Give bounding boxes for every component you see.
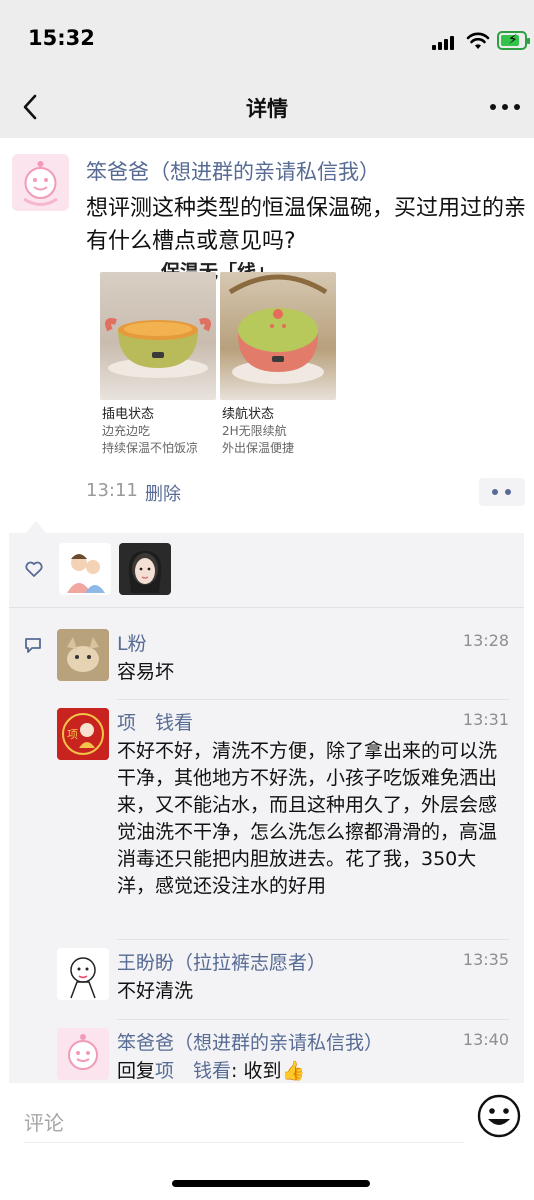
right-caption: 续航状态 2H无限续航 外出保温便捷 (222, 406, 294, 457)
likes-row (9, 533, 524, 606)
comments-panel: L粉 13:28 容易坏 项 项 钱看 13:31 不好不好，清洗不方便，除了拿… (9, 533, 524, 1083)
action-menu-button[interactable] (479, 478, 525, 506)
comment-item[interactable]: 笨爸爸（想进群的亲请私信我） 13:40 回复项 钱看: 收到👍 (57, 1028, 509, 1083)
comment-icon (25, 638, 41, 653)
signal-icon (432, 34, 458, 50)
comment-time: 13:40 (462, 1030, 509, 1049)
more-icon[interactable] (490, 104, 522, 112)
commenter-avatar[interactable] (57, 1028, 109, 1080)
comment-text: 不好不好，清洗不方便，除了拿出来的可以洗干净，其他地方不好洗，小孩子吃饭难免洒出… (117, 740, 498, 897)
comment-time: 13:35 (462, 950, 509, 969)
left-caption: 插电状态 边充边吃 持续保温不怕饭凉 (102, 406, 198, 457)
post-text: 想评测这种类型的恒温保温碗，买过用过的亲有什么槽点或意见吗? (86, 196, 527, 254)
comment-separator (117, 939, 509, 940)
comment-item[interactable]: 王盼盼（拉拉裤志愿者） 13:35 不好清洗 (57, 948, 509, 1008)
heart-icon (25, 561, 43, 577)
comment-item[interactable]: 项 项 钱看 13:31 不好不好，清洗不方便，除了拿出来的可以洗干净，其他地方… (57, 708, 509, 928)
comment-time: 13:28 (462, 631, 509, 650)
post-time: 13:11 (86, 480, 138, 501)
commenter-name[interactable]: 笨爸爸（想进群的亲请私信我） (117, 1028, 383, 1055)
commenter-avatar[interactable] (57, 948, 109, 1000)
commenter-name[interactable]: L粉 (117, 629, 147, 656)
nav-bar: 详情 (0, 78, 534, 138)
commenter-name[interactable]: 王盼盼（拉拉裤志愿者） (117, 948, 326, 975)
commenter-avatar[interactable]: 项 (57, 708, 109, 760)
commenter-name[interactable]: 项 钱看 (117, 708, 193, 735)
reply-prefix: 回复 (117, 1060, 156, 1082)
comment-text: 不好清洗 (117, 980, 194, 1002)
liker-avatar[interactable] (119, 543, 171, 595)
post-author-name[interactable]: 笨爸爸（想进群的亲请私信我） (86, 156, 380, 186)
battery-icon: ⚡ (497, 31, 530, 50)
comment-time: 13:31 (462, 710, 509, 729)
panel-arrow (26, 521, 46, 533)
panel-divider (9, 607, 524, 608)
right-caption-title: 续航状态 (222, 407, 275, 422)
bowl-photo-portable (220, 272, 336, 400)
comment-text: 回复项 钱看: 收到👍 (117, 1058, 509, 1083)
reply-text: : 收到👍 (231, 1060, 306, 1082)
comment-separator (117, 1019, 509, 1020)
home-indicator (172, 1180, 370, 1187)
left-caption-line2: 持续保温不怕饭凉 (102, 441, 199, 455)
commenter-avatar[interactable] (57, 629, 109, 681)
comment-input[interactable] (24, 1103, 464, 1143)
left-caption-title: 插电状态 (102, 407, 155, 422)
right-caption-line2: 外出保温便捷 (222, 441, 295, 455)
right-caption-line1: 2H无限续航 (222, 424, 287, 438)
comment-text: 容易坏 (117, 661, 175, 683)
page-title: 详情 (246, 97, 288, 121)
status-bar: 15:32 ⚡ (0, 0, 534, 78)
wifi-icon (466, 32, 490, 49)
post-image[interactable]: 保温无「线」 插电状态 边充边吃 持续保温不怕饭凉 续航状态 2H无限续航 外出… (98, 262, 338, 462)
delete-button[interactable]: 删除 (145, 480, 181, 506)
liker-avatar[interactable] (59, 543, 111, 595)
bottom-bar (0, 1083, 534, 1200)
emoji-icon[interactable] (476, 1093, 522, 1139)
svg-text:项: 项 (67, 728, 78, 741)
comment-item[interactable]: L粉 13:28 容易坏 (57, 629, 509, 689)
left-caption-line1: 边充边吃 (102, 424, 151, 438)
bowl-photo-plugged (100, 272, 216, 400)
author-avatar[interactable] (12, 154, 69, 211)
comment-separator (117, 699, 509, 700)
reply-to-name[interactable]: 项 钱看 (155, 1060, 231, 1082)
status-time: 15:32 (28, 26, 95, 50)
